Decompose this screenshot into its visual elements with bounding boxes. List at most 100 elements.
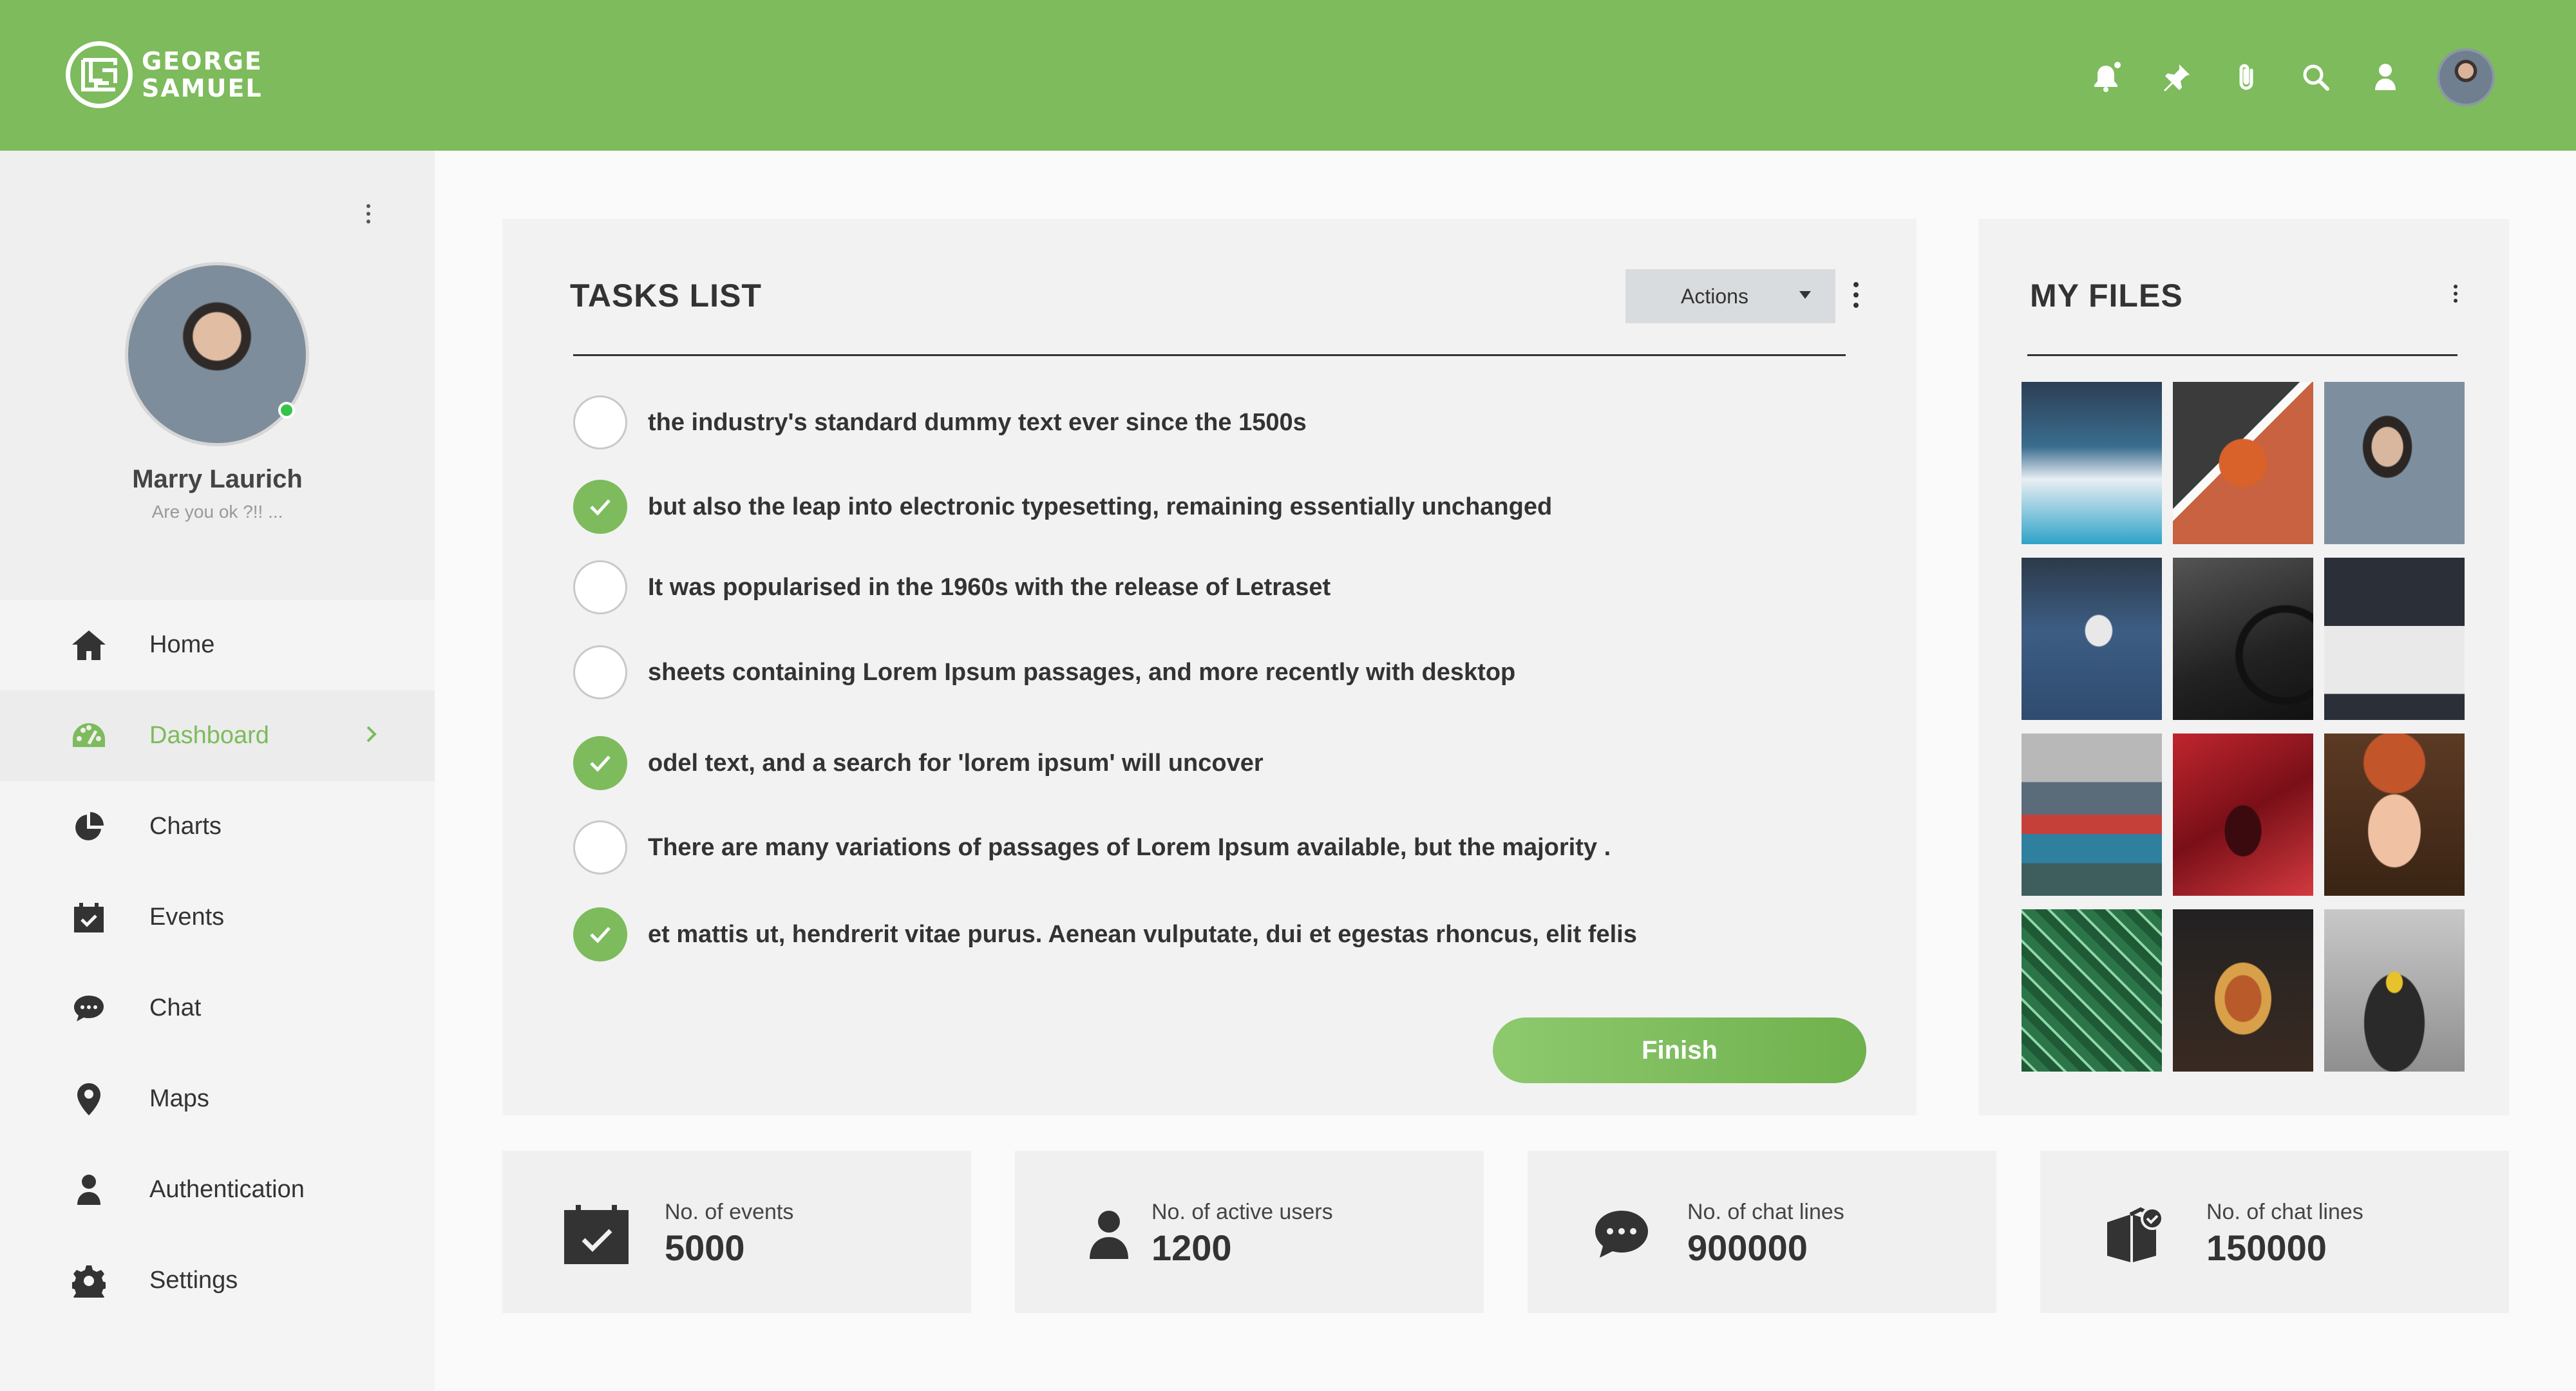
actions-dropdown[interactable]: Actions xyxy=(1625,269,1835,323)
sidebar-item-label: Charts xyxy=(149,813,222,840)
tasks-title: TASKS LIST xyxy=(570,278,762,314)
task-text: but also the leap into electronic typese… xyxy=(648,493,1553,520)
stat-card-chat-lines: No. of chat lines 900000 xyxy=(1528,1151,1996,1313)
task-checkbox[interactable] xyxy=(573,907,627,961)
task-item[interactable]: odel text, and a search for 'lorem ipsum… xyxy=(573,736,1264,790)
sidebar: Marry Laurich Are you ok ?!! ... Home Da… xyxy=(0,151,435,1391)
task-text: odel text, and a search for 'lorem ipsum… xyxy=(648,749,1264,777)
pie-chart-icon xyxy=(70,808,108,846)
chevron-right-icon xyxy=(366,725,377,746)
check-icon xyxy=(590,755,611,772)
task-checkbox[interactable] xyxy=(573,736,627,790)
files-divider xyxy=(2027,354,2458,356)
sidebar-item-label: Dashboard xyxy=(149,722,269,749)
top-bar: GEORGE SAMUEL xyxy=(0,0,2576,151)
finish-button[interactable]: Finish xyxy=(1493,1017,1866,1083)
chat-icon xyxy=(70,989,108,1028)
think-outside-box-photo[interactable] xyxy=(2324,558,2465,720)
logo-mark-icon xyxy=(66,41,133,108)
burger-photo[interactable] xyxy=(2173,909,2313,1072)
neon-red-photo[interactable] xyxy=(2173,733,2313,896)
more-vertical-icon[interactable] xyxy=(365,202,372,229)
stat-card-active-users: No. of active users 1200 xyxy=(1015,1151,1484,1313)
files-card: MY FILES xyxy=(1978,219,2509,1115)
stat-label: No. of active users xyxy=(1151,1200,1333,1224)
task-item[interactable]: the industry's standard dummy text ever … xyxy=(573,395,1307,449)
chat-icon xyxy=(1587,1204,1656,1265)
check-icon xyxy=(590,927,611,943)
stat-label: No. of chat lines xyxy=(2206,1200,2363,1224)
task-item[interactable]: There are many variations of passages of… xyxy=(573,820,1611,875)
task-text: It was popularised in the 1960s with the… xyxy=(648,573,1331,601)
dashboard-icon xyxy=(70,717,108,755)
sidebar-item-charts[interactable]: Charts xyxy=(0,781,435,872)
map-pin-icon xyxy=(70,1080,108,1119)
bell-icon[interactable] xyxy=(2087,57,2128,98)
basketball-photo[interactable] xyxy=(2173,382,2313,544)
profile-panel: Marry Laurich Are you ok ?!! ... xyxy=(0,151,435,600)
brand-line-1: GEORGE xyxy=(142,47,263,75)
actions-label: Actions xyxy=(1681,284,1748,308)
header-actions xyxy=(2058,48,2495,106)
sidebar-item-chat[interactable]: Chat xyxy=(0,963,435,1054)
task-item[interactable]: It was popularised in the 1960s with the… xyxy=(573,560,1331,614)
stat-value: 1200 xyxy=(1151,1227,1232,1268)
paperclip-icon[interactable] xyxy=(2226,57,2267,98)
more-vertical-icon[interactable] xyxy=(2452,283,2459,307)
box-check-icon xyxy=(2099,1204,2169,1265)
sidebar-nav: Home Dashboard Charts Events Chat Maps A… xyxy=(0,600,435,1326)
task-item[interactable]: sheets containing Lorem Ipsum passages, … xyxy=(573,645,1515,699)
home-icon xyxy=(70,626,108,665)
sidebar-item-label: Home xyxy=(149,631,215,658)
calendar-check-icon xyxy=(70,898,108,937)
sidebar-item-authentication[interactable]: Authentication xyxy=(0,1144,435,1235)
task-checkbox[interactable] xyxy=(573,645,627,699)
profile-name: Marry Laurich xyxy=(132,465,303,493)
task-text: et mattis ut, hendrerit vitae purus. Aen… xyxy=(648,920,1637,948)
sidebar-item-label: Authentication xyxy=(149,1176,305,1203)
stat-label: No. of events xyxy=(665,1200,794,1224)
profile-status: Are you ok ?!! ... xyxy=(151,502,283,522)
task-checkbox[interactable] xyxy=(573,820,627,875)
task-text: sheets containing Lorem Ipsum passages, … xyxy=(648,658,1516,686)
task-checkbox[interactable] xyxy=(573,560,627,614)
online-status-dot xyxy=(278,402,295,419)
brand-name: GEORGE SAMUEL xyxy=(142,48,263,102)
sidebar-item-label: Chat xyxy=(149,994,202,1021)
sidebar-item-maps[interactable]: Maps xyxy=(0,1054,435,1144)
brand-logo[interactable]: GEORGE SAMUEL xyxy=(66,41,263,108)
car-fog-photo[interactable] xyxy=(2324,909,2465,1072)
sidebar-item-events[interactable]: Events xyxy=(0,872,435,963)
tasks-card: TASKS LIST Actions the industry's standa… xyxy=(502,219,1917,1115)
task-item[interactable]: et mattis ut, hendrerit vitae purus. Aen… xyxy=(573,907,1637,961)
green-leaves-photo[interactable] xyxy=(2022,909,2162,1072)
search-icon[interactable] xyxy=(2295,57,2336,98)
bicycle-photo[interactable] xyxy=(2173,558,2313,720)
profile-avatar[interactable] xyxy=(125,262,309,446)
header-avatar[interactable] xyxy=(2437,48,2495,106)
pin-icon[interactable] xyxy=(2156,57,2197,98)
stat-value: 150000 xyxy=(2206,1227,2327,1268)
stat-label: No. of chat lines xyxy=(1687,1200,1844,1224)
task-item[interactable]: but also the leap into electronic typese… xyxy=(573,480,1552,534)
man-portrait-photo[interactable] xyxy=(2324,382,2465,544)
task-text: There are many variations of passages of… xyxy=(648,833,1611,861)
smiling-woman-photo[interactable] xyxy=(2324,733,2465,896)
sidebar-item-settings[interactable]: Settings xyxy=(0,1235,435,1326)
more-vertical-icon[interactable] xyxy=(1852,281,1860,312)
stat-card-events: No. of events 5000 xyxy=(502,1151,971,1313)
user-icon xyxy=(70,1171,108,1209)
man-sitting-court-photo[interactable] xyxy=(2022,558,2162,720)
tasks-divider xyxy=(573,354,1846,356)
stat-card-chat-lines-2: No. of chat lines 150000 xyxy=(2040,1151,2509,1313)
user-icon[interactable] xyxy=(2365,57,2406,98)
sidebar-item-dashboard[interactable]: Dashboard xyxy=(0,690,435,781)
task-checkbox[interactable] xyxy=(573,480,627,534)
scooter-photo[interactable] xyxy=(2022,382,2162,544)
task-checkbox[interactable] xyxy=(573,395,627,449)
street-mural-photo[interactable] xyxy=(2022,733,2162,896)
sidebar-item-home[interactable]: Home xyxy=(0,600,435,690)
sidebar-item-label: Maps xyxy=(149,1085,209,1112)
sidebar-item-label: Settings xyxy=(149,1267,238,1294)
brand-line-2: SAMUEL xyxy=(142,74,263,102)
